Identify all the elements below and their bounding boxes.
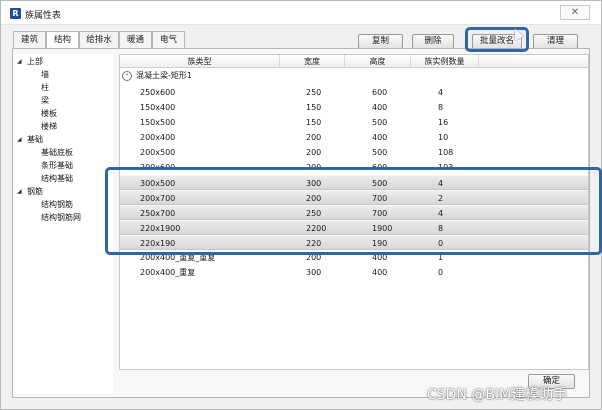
expand-caret-icon[interactable]: ◢ (17, 188, 22, 195)
tab-plumbing[interactable]: 给排水 (79, 31, 119, 48)
cell-type: 200x400 (140, 133, 176, 142)
expand-caret-icon[interactable]: ◢ (17, 58, 22, 65)
tree-item-foundation-slab[interactable]: 基础底板 (41, 147, 73, 158)
column-header-blank (479, 55, 588, 68)
revit-app-icon: R (10, 8, 21, 19)
window-title: 族属性表 (25, 11, 62, 21)
cell-count: 16 (438, 118, 449, 127)
cell-count: 8 (438, 103, 444, 112)
cell-width: 150 (306, 103, 322, 112)
cell-height: 600 (372, 88, 388, 97)
cell-width: 300 (306, 268, 322, 277)
cell-count: 4 (438, 88, 444, 97)
table-row[interactable]: 200x400_重复 300 400 0 (120, 265, 588, 280)
table-row[interactable]: 250x600 250 600 4 (120, 85, 588, 100)
cell-count: 0 (438, 268, 444, 277)
selection-highlight-box (105, 167, 602, 255)
cell-height: 400 (372, 133, 388, 142)
cell-width: 200 (306, 133, 322, 142)
tree-item-rebar-mesh[interactable]: 结构钢筋网 (41, 212, 81, 223)
tree-item-beam[interactable]: 梁 (41, 95, 49, 106)
delete-button[interactable]: 删除 (412, 34, 454, 49)
cell-type: 200x400_重复 (140, 268, 196, 277)
cell-height: 400 (372, 103, 388, 112)
tab-structure[interactable]: 结构 (46, 31, 79, 49)
column-header-height[interactable]: 高度 (345, 55, 411, 68)
tree-item-column[interactable]: 柱 (41, 82, 49, 93)
tree-item-structural-rebar[interactable]: 结构钢筋 (41, 199, 73, 210)
cell-width: 200 (306, 148, 322, 157)
tree-item-structural-foundation[interactable]: 结构基础 (41, 173, 73, 184)
table-row[interactable]: 150x500 150 500 16 (120, 115, 588, 130)
cell-height: 400 (372, 268, 388, 277)
tab-hvac[interactable]: 暖通 (119, 31, 152, 48)
tab-architecture[interactable]: 建筑 (13, 31, 46, 48)
tree-item-strip-footing[interactable]: 条形基础 (41, 160, 73, 171)
family-properties-window: R 族属性表 ✕ 建筑 结构 给排水 暖通 电气 复制 删除 批量改名 清理 ◢… (0, 0, 602, 410)
collapse-icon[interactable]: ⌃ (122, 71, 132, 81)
cell-width: 250 (306, 88, 322, 97)
cell-type: 250x600 (140, 88, 176, 97)
tab-electrical[interactable]: 电气 (152, 31, 185, 48)
table-row[interactable]: 150x400 150 400 8 (120, 100, 588, 115)
expand-caret-icon[interactable]: ◢ (17, 136, 22, 143)
group-label: 混凝土梁-矩形1 (136, 71, 192, 80)
table-row[interactable]: 200x400 200 400 10 (120, 130, 588, 145)
table-row[interactable]: 200x500 200 500 108 (120, 145, 588, 160)
column-header-type[interactable]: 族类型 (120, 55, 280, 68)
tree-item-floor[interactable]: 楼板 (41, 108, 57, 119)
cell-height: 500 (372, 148, 388, 157)
close-button[interactable]: ✕ (560, 5, 590, 20)
tree-item-stair[interactable]: 楼梯 (41, 121, 57, 132)
cell-width: 150 (306, 118, 322, 127)
group-row[interactable]: ⌃ 混凝土梁-矩形1 (120, 69, 588, 83)
watermark: CSDN @BIM建模助手 (427, 387, 568, 403)
title-bar: R 族属性表 ✕ (1, 1, 601, 25)
copy-button[interactable]: 复制 (358, 34, 403, 49)
cell-count: 10 (438, 133, 449, 142)
tree-item-foundation[interactable]: 基础 (27, 134, 43, 145)
column-header-width[interactable]: 宽度 (280, 55, 345, 68)
tree-item-rebar[interactable]: 钢筋 (27, 186, 43, 197)
tree-item-wall[interactable]: 墙 (41, 69, 49, 80)
cell-type: 150x400 (140, 103, 176, 112)
cell-height: 500 (372, 118, 388, 127)
cell-type: 150x500 (140, 118, 176, 127)
column-header-instance-count[interactable]: 族实例数量 (411, 55, 479, 68)
tree-item-superstructure[interactable]: 上部 (27, 56, 43, 67)
cell-count: 108 (438, 148, 454, 157)
cell-type: 200x500 (140, 148, 176, 157)
clear-button[interactable]: 清理 (533, 34, 578, 49)
category-tree: ◢ 上部 墙 柱 梁 楼板 楼梯 ◢ 基础 基础底板 条形基础 结构基础 ◢ 钢… (13, 54, 113, 394)
